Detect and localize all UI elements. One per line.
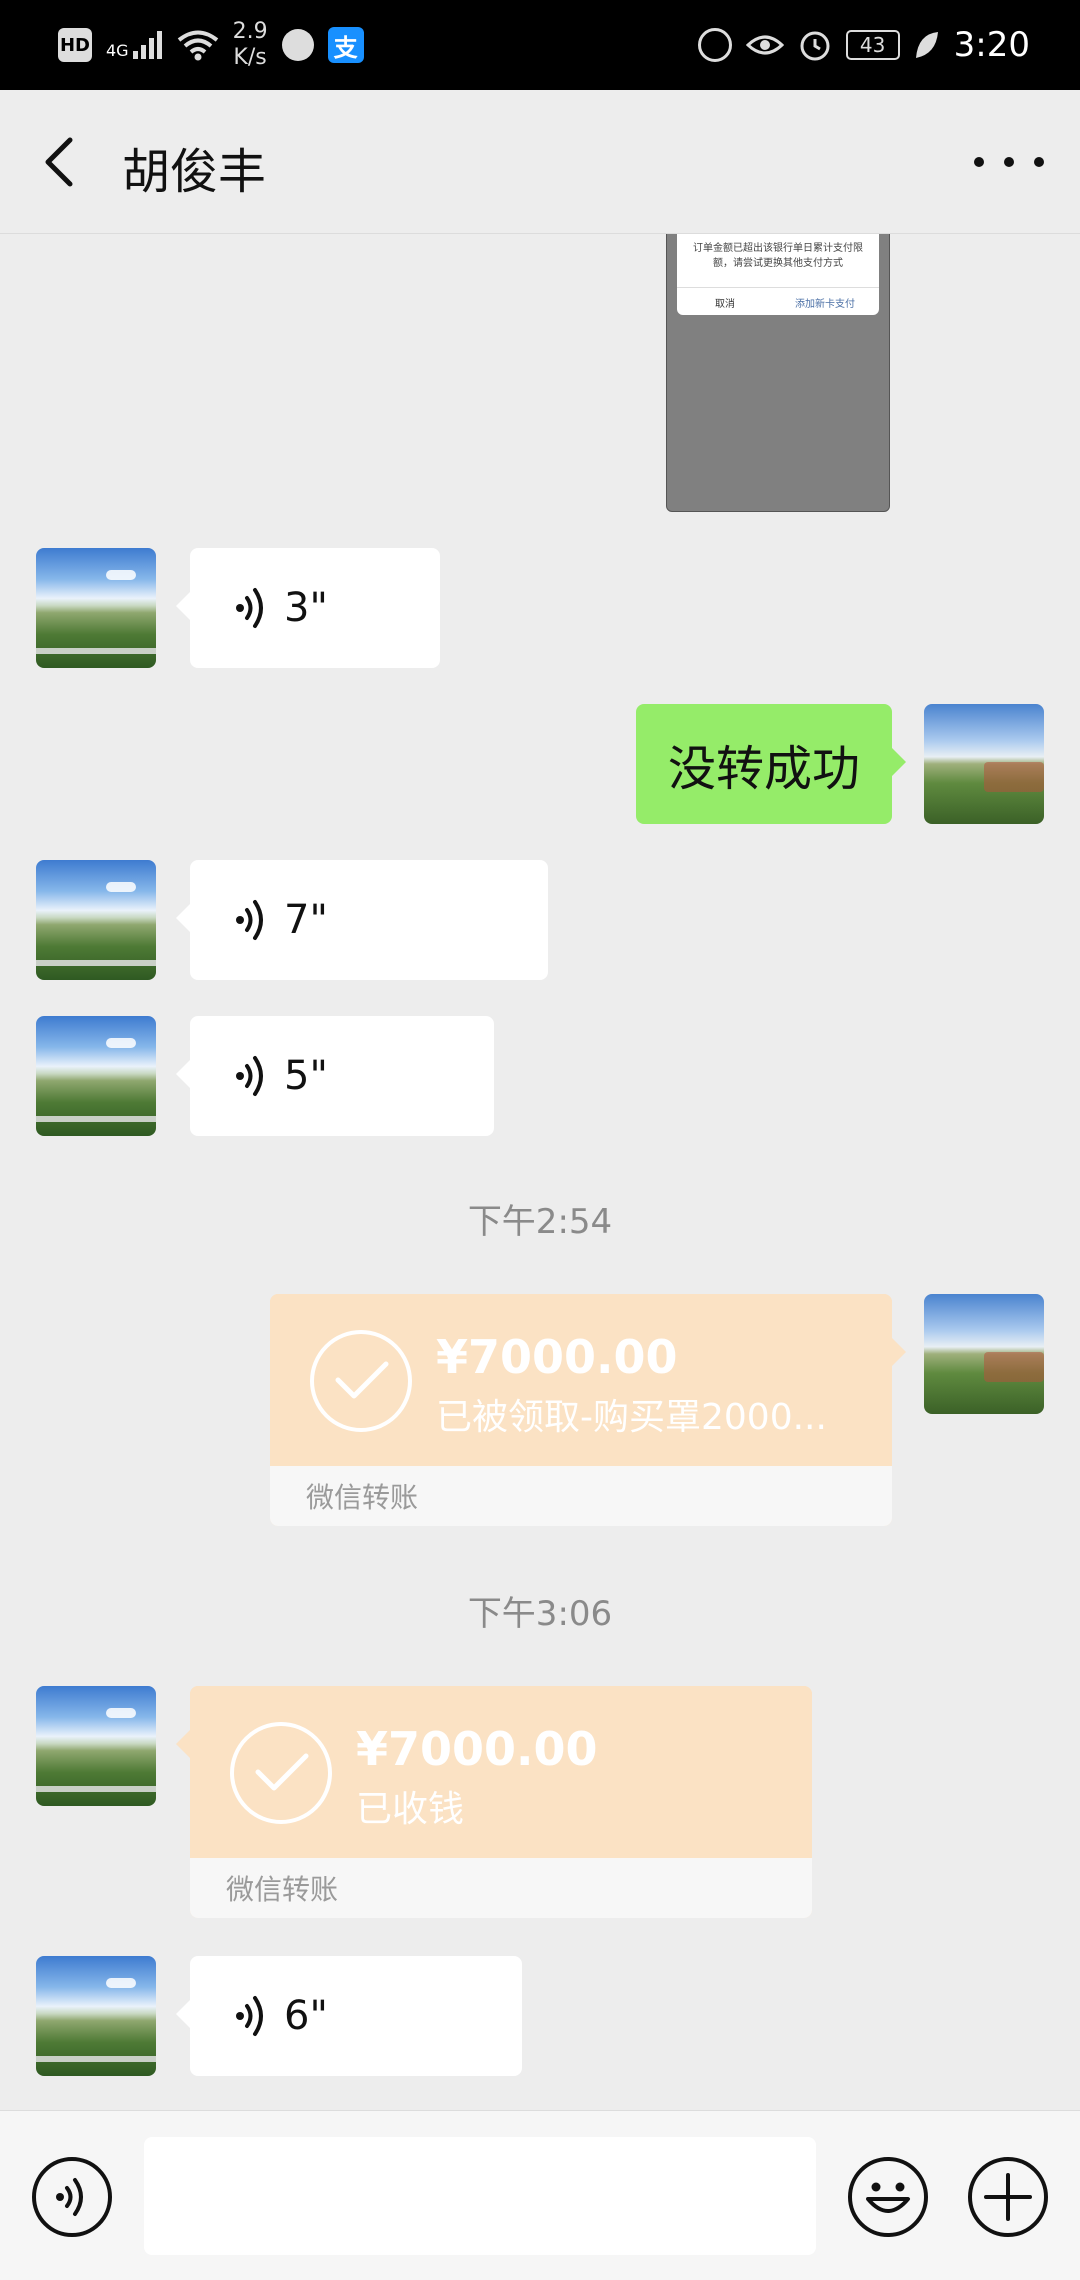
voice-icon: [236, 1056, 263, 1096]
emoji-icon: [866, 2182, 910, 2213]
wifi-icon: [177, 30, 218, 61]
more-icon-dot: [1004, 157, 1014, 167]
eye-icon: [745, 35, 784, 55]
voice-duration: 6": [284, 1993, 328, 2039]
screenshot-dialog: 订单金额已超出该银行单日累计支付限额，请尝试更换其他支付方式 取消 添加新卡支付: [677, 234, 879, 315]
alipay-icon: 支: [327, 27, 364, 63]
page-title: 胡俊丰: [122, 144, 267, 200]
transfer-note: 已收钱: [356, 1789, 465, 1830]
emoji-button[interactable]: [848, 2157, 928, 2237]
text-message[interactable]: 没转成功: [636, 704, 906, 824]
timestamp: 下午3:06: [467, 1594, 613, 1634]
voice-icon: [236, 588, 263, 628]
voice-duration: 7": [284, 897, 328, 943]
screenshot-message: 订单金额已超出该银行单日累计支付限额，请尝试更换其他支付方式: [693, 243, 863, 269]
message-text: 没转成功: [667, 741, 860, 797]
leaf-icon: [915, 32, 938, 58]
voice-duration: 3": [284, 585, 328, 631]
speed-unit: K/s: [233, 45, 267, 70]
voice-icon: [56, 2178, 83, 2216]
check-circle-icon: [310, 1330, 412, 1432]
network-speed: 2.9 K/s: [233, 19, 268, 71]
hd-icon: HD: [58, 28, 92, 62]
voice-icon: [236, 900, 263, 940]
timestamp: 下午2:54: [467, 1202, 613, 1242]
voice-message[interactable]: 3": [176, 548, 440, 668]
more-button[interactable]: [974, 142, 1044, 182]
transfer-footer: 微信转账: [190, 1858, 812, 1918]
transfer-amount: ¥7000.00: [356, 1722, 598, 1776]
input-bar: [0, 2110, 1080, 2280]
message-input[interactable]: [144, 2137, 816, 2255]
divider: [677, 287, 879, 288]
chat-header: 胡俊丰: [0, 90, 1080, 234]
transfer-note: 已被领取-购买罩2000...: [436, 1397, 827, 1438]
plus-icon: [984, 2173, 1032, 2221]
voice-duration: 5": [284, 1053, 328, 1099]
alarm-icon: [800, 31, 830, 61]
voice-message[interactable]: 6": [176, 1956, 522, 2076]
transfer-footer: 微信转账: [270, 1466, 892, 1526]
contact-avatar[interactable]: [36, 1686, 156, 1806]
contact-avatar[interactable]: [36, 548, 156, 668]
check-circle-icon: [230, 1722, 332, 1824]
screenshot-add-card: 添加新卡支付: [795, 299, 855, 310]
contact-avatar[interactable]: [36, 1016, 156, 1136]
transfer-card[interactable]: ¥7000.00 已被领取-购买罩2000... 微信转账: [270, 1294, 892, 1526]
clock: 3:20: [953, 25, 1030, 65]
transfer-amount: ¥7000.00: [436, 1330, 678, 1384]
message-list[interactable]: 订单金额已超出该银行单日累计支付限额，请尝试更换其他支付方式 取消 添加新卡支付…: [0, 234, 1080, 2110]
voice-message[interactable]: 5": [176, 1016, 494, 1136]
contact-avatar[interactable]: [36, 860, 156, 980]
status-bar: HD 4G 2.9 K/s 支 43 3:20: [0, 0, 1080, 90]
contact-avatar[interactable]: [36, 1956, 156, 2076]
music-icon: [281, 29, 314, 61]
bubble-tail: [892, 1338, 906, 1366]
voice-input-button[interactable]: [32, 2157, 112, 2237]
voice-message[interactable]: 7": [176, 860, 548, 980]
back-button[interactable]: [36, 134, 86, 190]
transfer-card[interactable]: ¥7000.00 已收钱 微信转账: [190, 1686, 812, 1918]
signal-icon: 4G: [106, 31, 163, 59]
my-avatar[interactable]: [924, 1294, 1044, 1414]
speed-value: 2.9: [232, 19, 268, 44]
battery-icon: 43: [845, 30, 900, 60]
screenshot-cancel: 取消: [715, 299, 735, 310]
my-avatar[interactable]: [924, 704, 1044, 824]
voice-icon: [236, 1996, 263, 2036]
more-icon-dot: [974, 157, 984, 167]
more-icon-dot: [1034, 157, 1044, 167]
bubble-tail: [176, 1730, 190, 1758]
image-message[interactable]: 订单金额已超出该银行单日累计支付限额，请尝试更换其他支付方式 取消 添加新卡支付: [666, 234, 890, 512]
chevron-left-icon: [45, 137, 73, 187]
network-type: 4G: [106, 41, 129, 60]
data-saver-icon: [697, 28, 732, 62]
more-actions-button[interactable]: [968, 2157, 1048, 2237]
